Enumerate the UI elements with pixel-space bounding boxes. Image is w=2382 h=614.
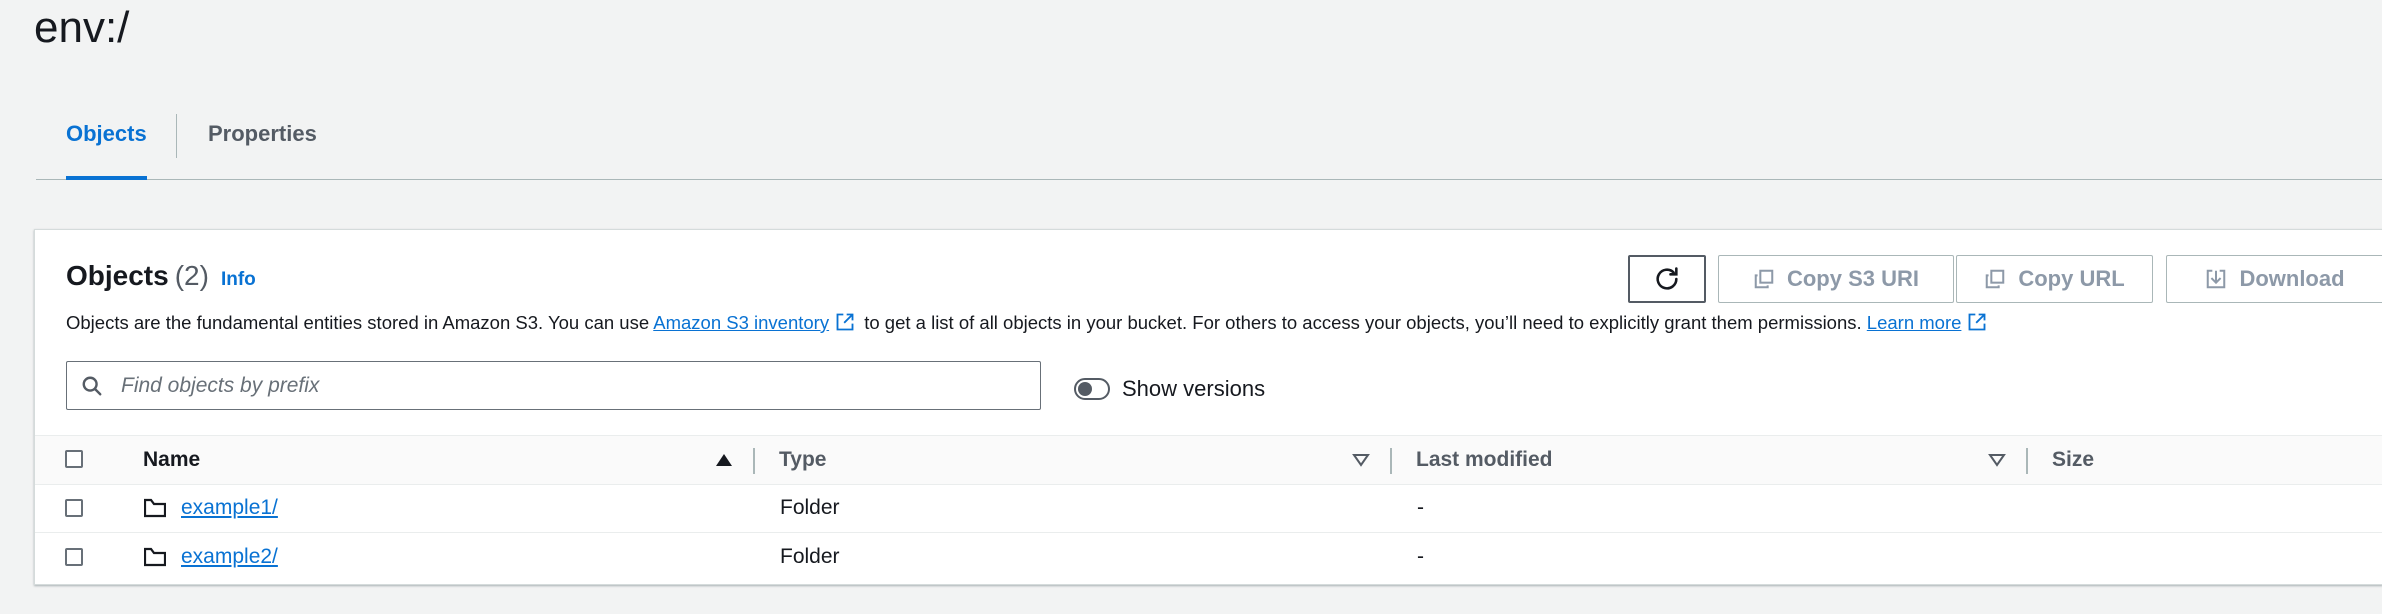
copy-url-label: Copy URL — [2018, 266, 2125, 291]
select-all-checkbox[interactable] — [65, 450, 83, 468]
toggle-switch[interactable] — [1074, 378, 1110, 400]
column-header-size[interactable]: Size — [2052, 436, 2094, 484]
copy-url-button[interactable]: Copy URL — [1956, 255, 2153, 303]
copy-icon — [1754, 269, 1774, 289]
tab-properties[interactable]: Properties — [208, 112, 317, 178]
table-row: example1/ Folder - — [35, 484, 2382, 533]
learn-more-link[interactable]: Learn more — [1867, 312, 1962, 333]
toggle-knob — [1078, 382, 1092, 396]
search-input[interactable] — [119, 370, 1023, 402]
search-icon — [82, 376, 102, 396]
copy-s3-uri-button[interactable]: Copy S3 URI — [1718, 255, 1954, 303]
sort-descending-icon[interactable] — [1988, 453, 2006, 467]
column-divider[interactable] — [2026, 448, 2028, 474]
show-versions-toggle[interactable]: Show versions — [1074, 376, 1265, 402]
copy-icon — [1986, 269, 2005, 289]
object-count: (2) — [174, 260, 209, 291]
external-link-icon — [1968, 313, 1986, 331]
copy-s3-uri-label: Copy S3 URI — [1786, 266, 1920, 291]
tab-bar: Objects Properties — [36, 112, 2382, 180]
column-divider[interactable] — [1390, 448, 1392, 474]
panel-title: Objects — [66, 260, 169, 291]
row-checkbox[interactable] — [65, 499, 83, 517]
column-header-last-modified[interactable]: Last modified — [1416, 436, 1553, 484]
panel-header: Objects (2) Info — [66, 260, 256, 292]
column-header-type[interactable]: Type — [779, 436, 826, 484]
s3-inventory-link[interactable]: Amazon S3 inventory — [653, 312, 829, 333]
sort-descending-icon[interactable] — [1352, 453, 1370, 467]
objects-panel: Objects (2) Info Copy S3 URI Copy URL Down… — [34, 229, 2382, 585]
tab-objects[interactable]: Objects — [66, 112, 147, 180]
object-name-link[interactable]: example2/ — [181, 545, 278, 568]
panel-description: Objects are the fundamental entities sto… — [66, 312, 1991, 334]
download-button[interactable]: Download — [2166, 255, 2382, 303]
object-type: Folder — [780, 545, 840, 568]
folder-icon — [144, 547, 166, 567]
refresh-button[interactable] — [1628, 255, 1706, 303]
row-checkbox[interactable] — [65, 548, 83, 566]
table-row: example2/ Folder - — [35, 533, 2382, 581]
page-title: env:/ — [34, 3, 130, 52]
search-box — [66, 361, 1041, 410]
table-header: Name Type Last modified Size — [35, 435, 2382, 485]
folder-icon — [144, 498, 166, 518]
object-type: Folder — [780, 496, 840, 519]
sort-ascending-icon[interactable] — [715, 453, 733, 467]
description-text-2: to get a list of all objects in your buc… — [859, 312, 1867, 333]
refresh-icon — [1656, 267, 1678, 290]
description-text-1: Objects are the fundamental entities sto… — [66, 312, 654, 333]
info-link[interactable]: Info — [221, 269, 256, 290]
column-header-name[interactable]: Name — [143, 436, 200, 484]
download-label: Download — [2239, 266, 2345, 291]
object-name-link[interactable]: example1/ — [181, 496, 278, 519]
column-divider[interactable] — [753, 448, 755, 474]
download-icon — [2207, 269, 2226, 289]
object-last-modified: - — [1417, 545, 1424, 568]
object-last-modified: - — [1417, 496, 1424, 519]
tab-divider — [176, 114, 177, 158]
external-link-icon — [836, 313, 854, 331]
show-versions-label: Show versions — [1122, 376, 1266, 401]
